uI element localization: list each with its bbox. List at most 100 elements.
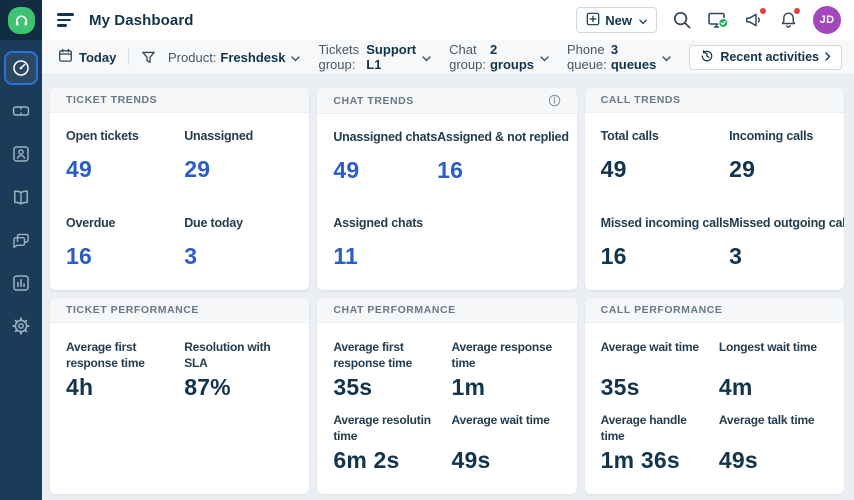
plus-square-icon: [586, 12, 600, 29]
main-area: My Dashboard New JD Today Product: Fresh…: [42, 0, 854, 500]
sidebar: [0, 0, 42, 500]
chat-bubbles-icon: [11, 230, 31, 250]
sidebar-item-dashboard[interactable]: [4, 51, 38, 85]
card-header: CALL PERFORMANCE: [584, 298, 844, 323]
metric-avg-first-response-time: Average first response time 4h: [66, 339, 184, 401]
metric-label: Missed outgoing calls: [729, 216, 844, 230]
chevron-down-icon: [639, 13, 647, 28]
metric-value: 16: [66, 243, 92, 269]
recent-activities-button[interactable]: Recent activities: [689, 44, 842, 70]
metric-label: Average wait time: [451, 413, 550, 427]
metric-label: Assigned & not replied: [437, 130, 569, 144]
info-icon[interactable]: [548, 94, 561, 107]
filter-phone-queue[interactable]: Phone queue: 3 queues: [567, 42, 671, 72]
card-ticket-trends: TICKET TRENDS Open tickets 49 Unassigned…: [50, 88, 310, 290]
menu-icon[interactable]: [57, 13, 74, 27]
metric-avg-response-time: Average response time 1m: [452, 339, 561, 401]
new-button-label: New: [605, 12, 632, 28]
card-title: CALL PERFORMANCE: [600, 304, 723, 316]
metric-value: 49: [66, 156, 92, 182]
metric-label: Assigned chats: [333, 216, 423, 230]
sidebar-item-settings[interactable]: [4, 309, 38, 343]
filter-tickets-group[interactable]: Tickets group: Support L1: [318, 42, 431, 72]
announcements-icon[interactable]: [744, 8, 766, 30]
metric-label: Longest wait time: [718, 340, 817, 354]
metric-value: 6m 2s: [333, 447, 400, 473]
app-root: My Dashboard New JD Today Product: Fresh…: [0, 0, 854, 500]
date-range-label: Today: [79, 49, 117, 65]
metric-value: 29: [184, 156, 211, 182]
avatar[interactable]: JD: [813, 6, 841, 34]
metric-value: 1m: [451, 374, 486, 400]
dashboard-grid: TICKET TRENDS Open tickets 49 Unassigned…: [42, 75, 854, 500]
new-button[interactable]: New: [576, 7, 657, 33]
card-header: CHAT TRENDS: [317, 88, 577, 114]
metric-avg-wait-time: Average wait time 49s: [452, 412, 561, 474]
metric-value: 87%: [184, 374, 231, 400]
metric-value: 3: [184, 243, 198, 269]
card-body: Total calls 49 Incoming calls 29 Missed …: [585, 113, 844, 290]
card-title: TICKET PERFORMANCE: [66, 304, 199, 316]
filter-chat-group[interactable]: Chat group: 2 groups: [449, 42, 549, 72]
metric-label: Average resolutin time: [333, 413, 431, 444]
metric-label: Unassigned chats: [333, 130, 438, 144]
metric-longest-wait-time: Longest wait time 4m: [719, 339, 828, 401]
metric-avg-handle-time: Average handle time 1m 36s: [601, 412, 719, 474]
filter-funnel-icon[interactable]: [141, 50, 156, 65]
metric-avg-wait-time: Average wait time 35s: [601, 339, 719, 401]
metric-label: Overdue: [66, 216, 116, 230]
notifications-bell-icon[interactable]: [779, 8, 800, 30]
metric-unassigned: Unassigned 29: [184, 129, 293, 183]
card-body: Unassigned chats 49 Assigned & not repli…: [317, 114, 576, 290]
metric-value: 3: [729, 243, 743, 269]
metric-avg-first-response-time: Average first response time 35s: [333, 339, 451, 401]
chevron-down-icon: [540, 50, 549, 65]
sidebar-item-tickets[interactable]: [4, 94, 38, 128]
card-header: TICKET PERFORMANCE: [50, 298, 310, 323]
metric-label: Due today: [184, 216, 243, 230]
card-body: Open tickets 49 Unassigned 29 Overdue 16…: [50, 113, 309, 290]
sidebar-nav: [0, 40, 42, 343]
metric-label: Open tickets: [66, 129, 139, 143]
filter-value: 2 groups: [489, 42, 535, 72]
filter-label: Chat group:: [449, 42, 486, 72]
logo-cell[interactable]: [0, 0, 42, 40]
metric-missed-incoming-calls: Missed incoming calls 16: [601, 216, 730, 270]
card-title: TICKET TRENDS: [66, 94, 158, 106]
metric-label: Total calls: [600, 129, 659, 143]
metric-value: 29: [729, 156, 756, 182]
metric-avg-resolution-time: Average resolutin time 6m 2s: [333, 412, 451, 474]
page-title: My Dashboard: [89, 11, 194, 29]
metric-label: Unassigned: [184, 129, 254, 143]
card-call-performance: CALL PERFORMANCE Average wait time 35s L…: [584, 298, 844, 494]
topbar-actions: New JD: [576, 6, 841, 34]
ticket-icon: [11, 101, 31, 121]
system-status-icon[interactable]: [707, 10, 729, 30]
filter-label: Tickets group:: [318, 42, 360, 72]
metric-label: Average response time: [451, 340, 553, 371]
metric-total-calls: Total calls 49: [601, 129, 729, 183]
filter-product[interactable]: Product: Freshdesk: [168, 49, 301, 65]
metric-avg-talk-time: Average talk time 49s: [719, 412, 828, 474]
metric-value: 35s: [333, 374, 373, 400]
sidebar-item-solutions[interactable]: [4, 180, 38, 214]
gear-icon: [11, 316, 31, 336]
metric-value: 49s: [451, 447, 491, 473]
metric-label: Average first response time: [66, 340, 145, 371]
search-icon[interactable]: [672, 10, 692, 30]
sidebar-item-analytics[interactable]: [4, 266, 38, 300]
calendar-icon: [58, 48, 73, 66]
metric-value: 35s: [600, 374, 640, 400]
metric-unassigned-chats: Unassigned chats 49: [333, 130, 437, 184]
bar-chart-icon: [11, 273, 31, 293]
sidebar-item-chats[interactable]: [4, 223, 38, 257]
divider: [128, 49, 129, 65]
card-chat-performance: CHAT PERFORMANCE Average first response …: [317, 298, 577, 494]
chevron-down-icon: [291, 50, 301, 65]
card-ticket-performance: TICKET PERFORMANCE Average first respons…: [50, 298, 310, 494]
chevron-down-icon: [662, 50, 671, 65]
metric-value: 1m 36s: [600, 447, 680, 473]
sidebar-item-contacts[interactable]: [4, 137, 38, 171]
metric-label: Average wait time: [600, 340, 699, 354]
date-range-selector[interactable]: Today: [58, 48, 116, 66]
